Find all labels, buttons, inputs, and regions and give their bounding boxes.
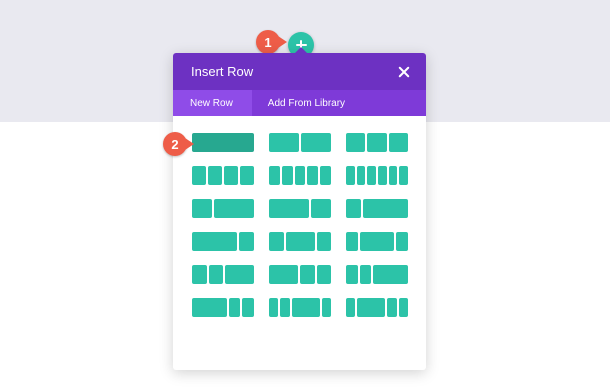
layout-column (346, 166, 355, 185)
row-layout-two-thirds-one-third[interactable] (269, 199, 331, 218)
layout-column (269, 232, 284, 251)
layout-column (387, 298, 397, 317)
tab-add-from-library[interactable]: Add From Library (252, 90, 361, 116)
layout-column (307, 166, 319, 185)
layout-column (357, 298, 386, 317)
layout-column (300, 265, 315, 284)
modal-tabs: New Row Add From Library (173, 90, 426, 116)
modal-title: Insert Row (191, 64, 254, 79)
row-layout-two-columns[interactable] (269, 133, 331, 152)
layout-column (359, 265, 372, 284)
layout-column (192, 265, 207, 284)
row-layout-quarter-half-quarter[interactable] (269, 232, 331, 251)
row-layout-three-quarters-one-quarter[interactable] (192, 232, 254, 251)
row-layout-fifth-fifth-three-fifths[interactable] (346, 265, 408, 284)
layout-column (228, 298, 241, 317)
layout-column (269, 199, 309, 218)
layout-column (192, 199, 212, 218)
layout-column (373, 265, 408, 284)
layout-column (192, 133, 254, 152)
layout-column (192, 298, 227, 317)
row-layout-sixth-sixth-half-sixth[interactable] (269, 298, 331, 317)
layout-column (367, 133, 387, 152)
row-layout-grid (192, 133, 408, 317)
layout-column (269, 265, 298, 284)
layout-column (399, 166, 408, 185)
layout-column (240, 166, 254, 185)
row-layout-three-fifths-fifth-fifth[interactable] (192, 298, 254, 317)
tab-new-row[interactable]: New Row (173, 90, 252, 116)
layout-column (346, 199, 361, 218)
layout-column (346, 298, 356, 317)
layout-column (321, 298, 331, 317)
layout-column (311, 199, 331, 218)
step-callout-2: 2 (163, 132, 194, 156)
layout-column (359, 232, 395, 251)
layout-column (269, 298, 279, 317)
layout-column (316, 232, 331, 251)
layout-column (192, 232, 237, 251)
layout-column (242, 298, 254, 317)
layout-column (367, 166, 376, 185)
layout-column (280, 298, 290, 317)
row-layout-four-columns[interactable] (192, 166, 254, 185)
row-layout-five-columns[interactable] (269, 166, 331, 185)
row-layout-half-quarter-quarter[interactable] (269, 265, 331, 284)
layout-column (291, 298, 320, 317)
layout-column (377, 166, 387, 185)
row-layout-six-columns[interactable] (346, 166, 408, 185)
layout-column (285, 232, 315, 251)
row-layout-sixth-half-sixth-sixth[interactable] (346, 298, 408, 317)
layout-column (356, 166, 366, 185)
layout-column (225, 265, 254, 284)
layout-column (239, 232, 254, 251)
close-icon[interactable] (398, 66, 410, 78)
layout-column (388, 166, 398, 185)
modal-header: Insert Row (173, 53, 426, 90)
layout-column (398, 298, 408, 317)
step-callout-1: 1 (256, 30, 287, 54)
layout-column (396, 232, 408, 251)
layout-column (316, 265, 331, 284)
layout-column (224, 166, 238, 185)
layout-column (192, 166, 206, 185)
layout-column (320, 166, 331, 185)
layout-column (301, 133, 331, 152)
row-layout-quarter-quarter-half[interactable] (192, 265, 254, 284)
row-layout-one-third-two-thirds[interactable] (192, 199, 254, 218)
row-layout-one-quarter-three-quarters[interactable] (346, 199, 408, 218)
layout-column (346, 232, 358, 251)
layout-column (346, 133, 366, 152)
layout-column (281, 166, 293, 185)
layout-column (269, 133, 299, 152)
row-layout-three-columns[interactable] (346, 133, 408, 152)
row-layout-fifth-three-fifths-fifth[interactable] (346, 232, 408, 251)
layout-column (388, 133, 408, 152)
layout-column (346, 265, 358, 284)
layout-column (294, 166, 306, 185)
layout-column (363, 199, 408, 218)
layout-column (208, 265, 223, 284)
insert-row-modal: Insert Row New Row Add From Library (173, 47, 426, 370)
layout-column (208, 166, 222, 185)
layout-column (214, 199, 254, 218)
layout-column (269, 166, 280, 185)
row-layout-one-column[interactable] (192, 133, 254, 152)
